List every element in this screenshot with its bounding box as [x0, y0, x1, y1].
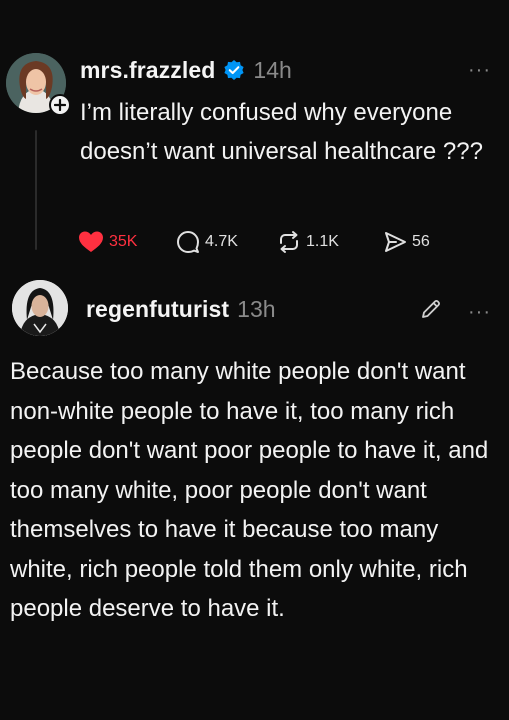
plus-icon — [54, 99, 66, 111]
comment-bubble-icon — [177, 231, 199, 253]
repost-button[interactable]: 1.1K — [277, 230, 383, 254]
verified-badge-icon — [223, 59, 245, 81]
post-text: I’m literally confused why everyone does… — [80, 99, 483, 165]
thread-line — [35, 130, 37, 250]
share-button[interactable]: 56 — [383, 230, 443, 254]
repost-icon — [280, 231, 298, 253]
post-header: regenfuturist 13h — [86, 294, 276, 324]
repost-count: 1.1K — [306, 233, 339, 250]
like-button[interactable]: 35K — [78, 230, 176, 254]
username[interactable]: regenfuturist — [86, 296, 229, 323]
username[interactable]: mrs.frazzled — [80, 57, 215, 84]
reply-count: 4.7K — [205, 233, 238, 250]
share-count: 56 — [412, 233, 430, 250]
reply-button[interactable]: 4.7K — [176, 230, 277, 254]
avatar[interactable] — [12, 280, 68, 336]
send-icon — [385, 232, 406, 252]
post-mrs-frazzled: mrs.frazzled 14h ··· I’m literally confu… — [0, 0, 509, 275]
more-options-icon[interactable]: ··· — [468, 302, 491, 322]
threads-screen: mrs.frazzled 14h ··· I’m literally confu… — [0, 0, 509, 720]
heart-icon — [79, 231, 103, 252]
pencil-icon[interactable] — [420, 298, 442, 320]
post-text: Because too many white people don't want… — [10, 358, 489, 622]
follow-button[interactable] — [49, 94, 71, 116]
more-options-icon[interactable]: ··· — [468, 60, 491, 80]
timestamp: 14h — [253, 56, 292, 83]
like-count: 35K — [109, 233, 138, 250]
timestamp: 13h — [237, 295, 276, 322]
action-bar: 35K 4.7K 1.1K 56 — [78, 228, 443, 256]
post-header: mrs.frazzled 14h — [80, 55, 292, 85]
